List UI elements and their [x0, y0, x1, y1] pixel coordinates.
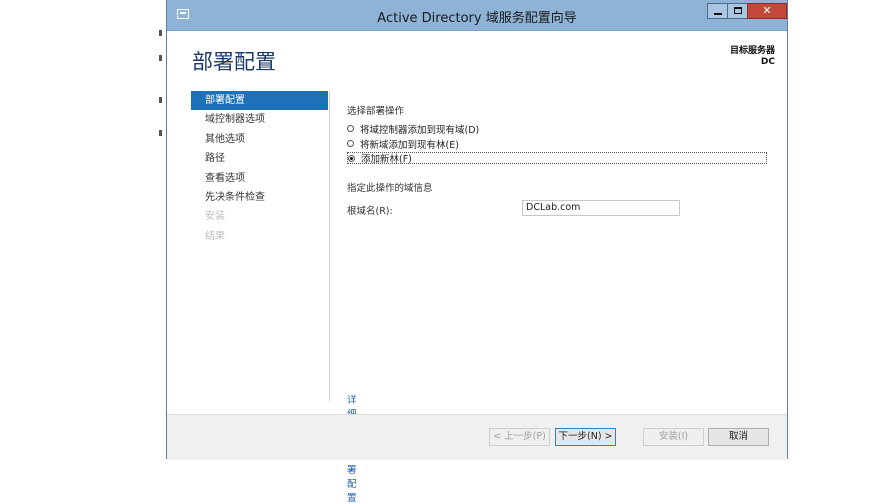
window-title: Active Directory 域服务配置向导: [377, 11, 577, 26]
sidebar-item-results: 结果: [205, 230, 225, 242]
sidebar-item-deployment-config[interactable]: 部署配置: [191, 91, 328, 111]
wizard-window: Active Directory 域服务配置向导 ✕ 部署配置 目标服务器 DC…: [166, 0, 788, 504]
install-button[interactable]: 安装(I): [643, 428, 704, 446]
sidebar-item-additional-options[interactable]: 其他选项: [191, 130, 328, 149]
minimize-icon: [714, 13, 722, 15]
minimize-button[interactable]: [707, 3, 728, 19]
radio-button[interactable]: [347, 140, 354, 147]
window-controls: ✕: [707, 3, 787, 21]
sidebar-item-install: 安装: [205, 211, 225, 223]
page-title: 部署配置: [192, 50, 276, 74]
next-button[interactable]: 下一步(N) >: [555, 428, 616, 446]
radio-button-selected[interactable]: [348, 154, 355, 162]
close-button[interactable]: ✕: [747, 3, 787, 19]
close-icon: ✕: [762, 4, 772, 17]
target-server-name: DC: [760, 57, 775, 67]
option-label: 将域控制器添加到现有域(D): [360, 124, 480, 136]
sidebar-item-dc-options[interactable]: 域控制器选项: [191, 110, 328, 129]
previous-button[interactable]: < 上一步(P): [489, 428, 550, 446]
wizard-steps: 部署配置 域控制器选项 其他选项 路径 查看选项 先决条件检查 安装 结果: [191, 91, 328, 246]
sidebar-item-review-options[interactable]: 查看选项: [191, 169, 328, 188]
background-edge: [158, 0, 166, 459]
root-domain-input[interactable]: DCLab.com: [522, 200, 680, 216]
sidebar-divider: [329, 91, 330, 401]
option-label: 添加新林(F): [361, 154, 412, 165]
option-add-forest[interactable]: 添加新林(F): [347, 152, 767, 165]
maximize-button[interactable]: [727, 3, 748, 19]
target-server-label: 目标服务器: [729, 46, 775, 56]
option-add-domain[interactable]: 将新域添加到现有林(E): [347, 137, 459, 151]
option-label: 将新域添加到现有林(E): [360, 139, 459, 151]
cancel-button[interactable]: 取消: [708, 428, 769, 446]
root-domain-label: 根域名(R):: [347, 206, 393, 217]
target-server: 目标服务器 DC: [730, 46, 775, 68]
section-title-deployment: 选择部署操作: [347, 106, 405, 117]
sidebar-item-paths[interactable]: 路径: [191, 149, 328, 168]
button-bar: < 上一步(P) 下一步(N) > 安装(I) 取消: [167, 414, 787, 460]
radio-button[interactable]: [347, 125, 354, 132]
maximize-icon: [734, 7, 742, 14]
sidebar-item-prerequisites[interactable]: 先决条件检查: [191, 188, 328, 207]
title-bar[interactable]: Active Directory 域服务配置向导 ✕: [167, 0, 787, 31]
option-add-dc[interactable]: 将域控制器添加到现有域(D): [347, 122, 480, 136]
section-title-domain-info: 指定此操作的域信息: [347, 183, 433, 194]
